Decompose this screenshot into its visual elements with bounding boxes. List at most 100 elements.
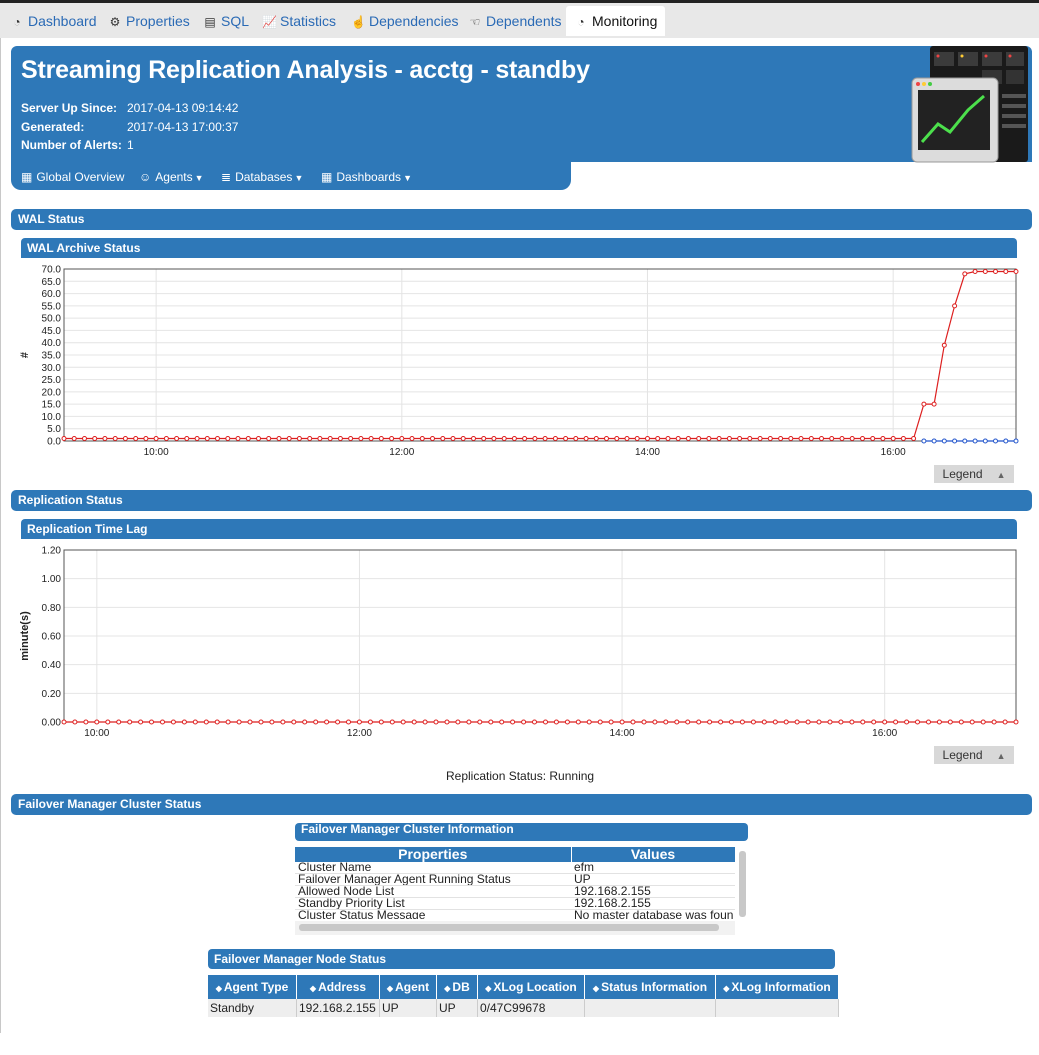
- data-point: [696, 719, 702, 725]
- data-point: [291, 719, 297, 725]
- horizontal-scrollbar[interactable]: [299, 924, 719, 931]
- tab-sql[interactable]: ▤ SQL: [203, 6, 249, 36]
- column-header[interactable]: ◆ Status Information: [584, 975, 716, 999]
- property-cell: Cluster Status Message: [295, 909, 571, 919]
- data-point: [716, 436, 722, 441]
- data-point: [972, 269, 978, 274]
- column-header[interactable]: ◆ DB: [436, 975, 478, 999]
- replication-lag-chart: 0.00 0.20 0.40 0.60 0.80 1.00 1.20 10:00 12:00 14…: [19, 546, 1019, 739]
- nav-dashboards[interactable]: ▦ Dashboards ▼: [321, 170, 412, 184]
- x-tick-label: 12:00: [347, 728, 372, 739]
- left-border: [0, 38, 1, 1033]
- nav-global-overview[interactable]: ▦ Global Overview: [21, 170, 124, 184]
- data-point: [882, 719, 888, 725]
- value-cell: 192.168.2.155: [571, 897, 735, 910]
- data-point: [921, 401, 927, 407]
- replication-status-text: Replication Status: Running: [446, 769, 595, 783]
- tab-dashboard[interactable]: ◔ Dashboard: [10, 6, 96, 36]
- data-point: [532, 436, 538, 441]
- collapse-arrow-icon: ▲: [996, 470, 1006, 480]
- data-point: [422, 719, 428, 725]
- data-point: [685, 436, 691, 441]
- data-point: [1013, 719, 1019, 725]
- replication-status-section: Replication Status: [11, 490, 1032, 511]
- failover-section: Failover Manager Cluster Status: [11, 794, 1032, 815]
- property-cell: Standby Priority List: [295, 897, 571, 910]
- data-point: [583, 436, 589, 441]
- y-tick-label: 0.0: [47, 437, 61, 448]
- data-point: [767, 436, 773, 441]
- data-point: [604, 436, 609, 441]
- cluster-info-table-wrap: Properties Values Cluster Name efm Failov…: [295, 847, 735, 919]
- data-point: [911, 436, 917, 441]
- data-point: [593, 436, 599, 441]
- data-point: [962, 438, 968, 444]
- column-header[interactable]: Values: [571, 847, 735, 862]
- data-point: [399, 436, 405, 441]
- data-point: [133, 436, 139, 441]
- column-header[interactable]: ◆ XLog Information: [715, 975, 839, 999]
- y-tick-label: 45.0: [42, 326, 62, 337]
- data-point: [543, 719, 548, 725]
- data-point: [471, 436, 476, 441]
- data-point: [575, 719, 581, 725]
- data-point: [317, 436, 323, 441]
- header-label: XLog Information: [731, 980, 831, 994]
- data-point: [501, 436, 507, 441]
- data-point: [194, 436, 200, 441]
- column-header[interactable]: ◆ XLog Location: [477, 975, 585, 999]
- y-tick-label: 40.0: [42, 338, 62, 349]
- data-point: [952, 303, 958, 309]
- column-header[interactable]: ◆ Agent Type: [208, 975, 297, 999]
- data-point: [335, 719, 341, 725]
- tab-dependencies[interactable]: ☝ Dependencies: [351, 6, 459, 36]
- column-header[interactable]: Properties: [295, 847, 572, 862]
- data-point: [747, 436, 753, 441]
- nav-databases[interactable]: ≣ Databases ▼: [221, 170, 303, 184]
- generated-value: 2017-04-13 17:00:37: [127, 120, 239, 134]
- tab-statistics[interactable]: 📈 Statistics: [262, 6, 336, 36]
- tab-dependents[interactable]: ☜ Dependents: [468, 6, 562, 36]
- column-header[interactable]: ◆ Agent: [379, 975, 437, 999]
- replication-legend-toggle[interactable]: Legend ▲: [934, 746, 1014, 764]
- data-point: [450, 436, 456, 441]
- wal-legend-toggle[interactable]: Legend ▲: [934, 465, 1014, 483]
- data-point: [174, 436, 180, 441]
- data-point: [829, 436, 835, 441]
- data-point: [378, 436, 384, 441]
- panel-title: Failover Manager Node Status: [214, 952, 387, 966]
- caret-down-icon: ▼: [403, 173, 412, 183]
- data-point: [522, 436, 528, 441]
- y-tick-label: 50.0: [42, 314, 62, 325]
- data-point: [153, 436, 159, 441]
- data-point: [663, 719, 669, 725]
- data-point: [761, 719, 767, 725]
- sort-icon: ◆: [444, 984, 451, 993]
- y-tick-label: 1.00: [42, 574, 62, 585]
- data-point: [368, 436, 374, 441]
- data-point: [116, 719, 122, 725]
- y-tick-label: 0.20: [42, 689, 62, 700]
- x-tick-label: 12:00: [389, 447, 414, 458]
- data-point: [204, 436, 210, 441]
- column-header[interactable]: ◆ Address: [296, 975, 380, 999]
- server-up-value: 2017-04-13 09:14:42: [127, 101, 239, 115]
- table-row: Standby Priority List 192.168.2.155: [295, 897, 735, 910]
- tab-monitoring[interactable]: ◔ Monitoring: [566, 6, 666, 36]
- vertical-scrollbar[interactable]: [739, 851, 746, 917]
- header-label: XLog Location: [493, 980, 577, 994]
- data-point: [827, 719, 833, 725]
- data-point: [634, 436, 640, 441]
- status-information-cell: [584, 999, 716, 1017]
- data-point: [941, 438, 947, 444]
- tab-properties[interactable]: ⚙ Properties: [108, 6, 190, 36]
- data-point: [266, 436, 272, 441]
- y-tick-label: 0.40: [42, 660, 62, 671]
- data-point: [466, 719, 472, 725]
- sort-icon: ◆: [386, 984, 394, 993]
- nav-agents[interactable]: ☺ Agents ▼: [139, 170, 204, 184]
- data-point: [962, 271, 968, 277]
- data-point: [952, 438, 958, 444]
- data-point: [92, 436, 98, 441]
- data-point: [444, 719, 450, 725]
